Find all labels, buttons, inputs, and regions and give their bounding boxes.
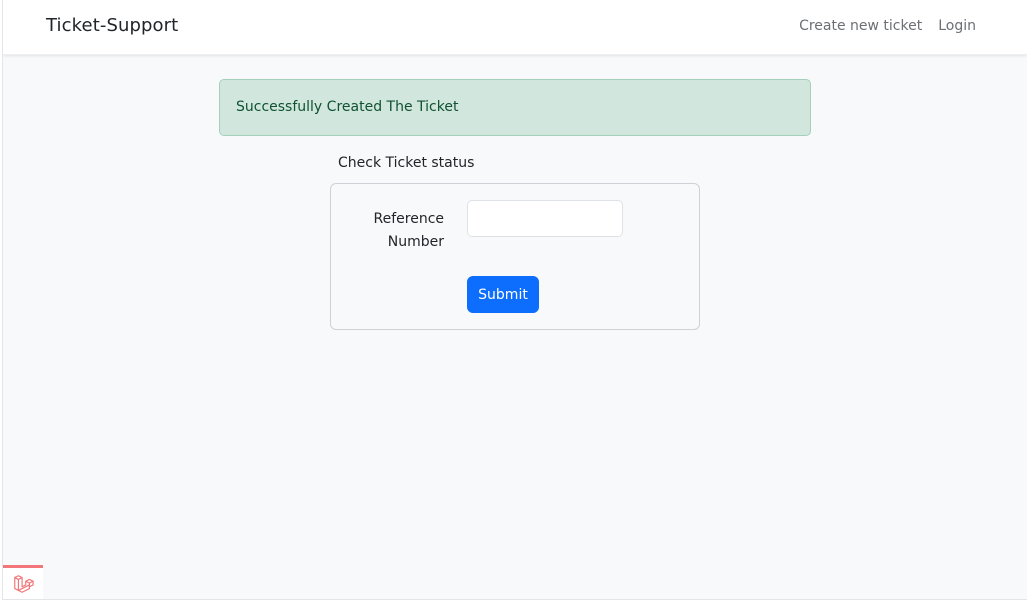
check-status-form: Reference Number Submit <box>330 183 700 330</box>
nav-link-login[interactable]: Login <box>938 18 976 34</box>
reference-number-input[interactable] <box>467 200 623 237</box>
submit-button[interactable]: Submit <box>467 276 539 313</box>
laravel-logo-icon <box>12 573 34 595</box>
success-alert-message: Successfully Created The Ticket <box>236 99 459 115</box>
check-status-title: Check Ticket status <box>338 155 475 171</box>
app-frame: Ticket-Support Create new ticket Login S… <box>2 0 1027 600</box>
reference-number-label: Reference Number <box>373 211 445 250</box>
debugbar-toggle[interactable] <box>3 565 43 599</box>
nav-links: Create new ticket Login <box>799 18 976 34</box>
success-alert: Successfully Created The Ticket <box>219 79 811 136</box>
brand-link[interactable]: Ticket-Support <box>46 15 178 36</box>
top-navbar: Ticket-Support Create new ticket Login <box>3 0 1027 55</box>
nav-link-create-new-ticket[interactable]: Create new ticket <box>799 18 922 34</box>
